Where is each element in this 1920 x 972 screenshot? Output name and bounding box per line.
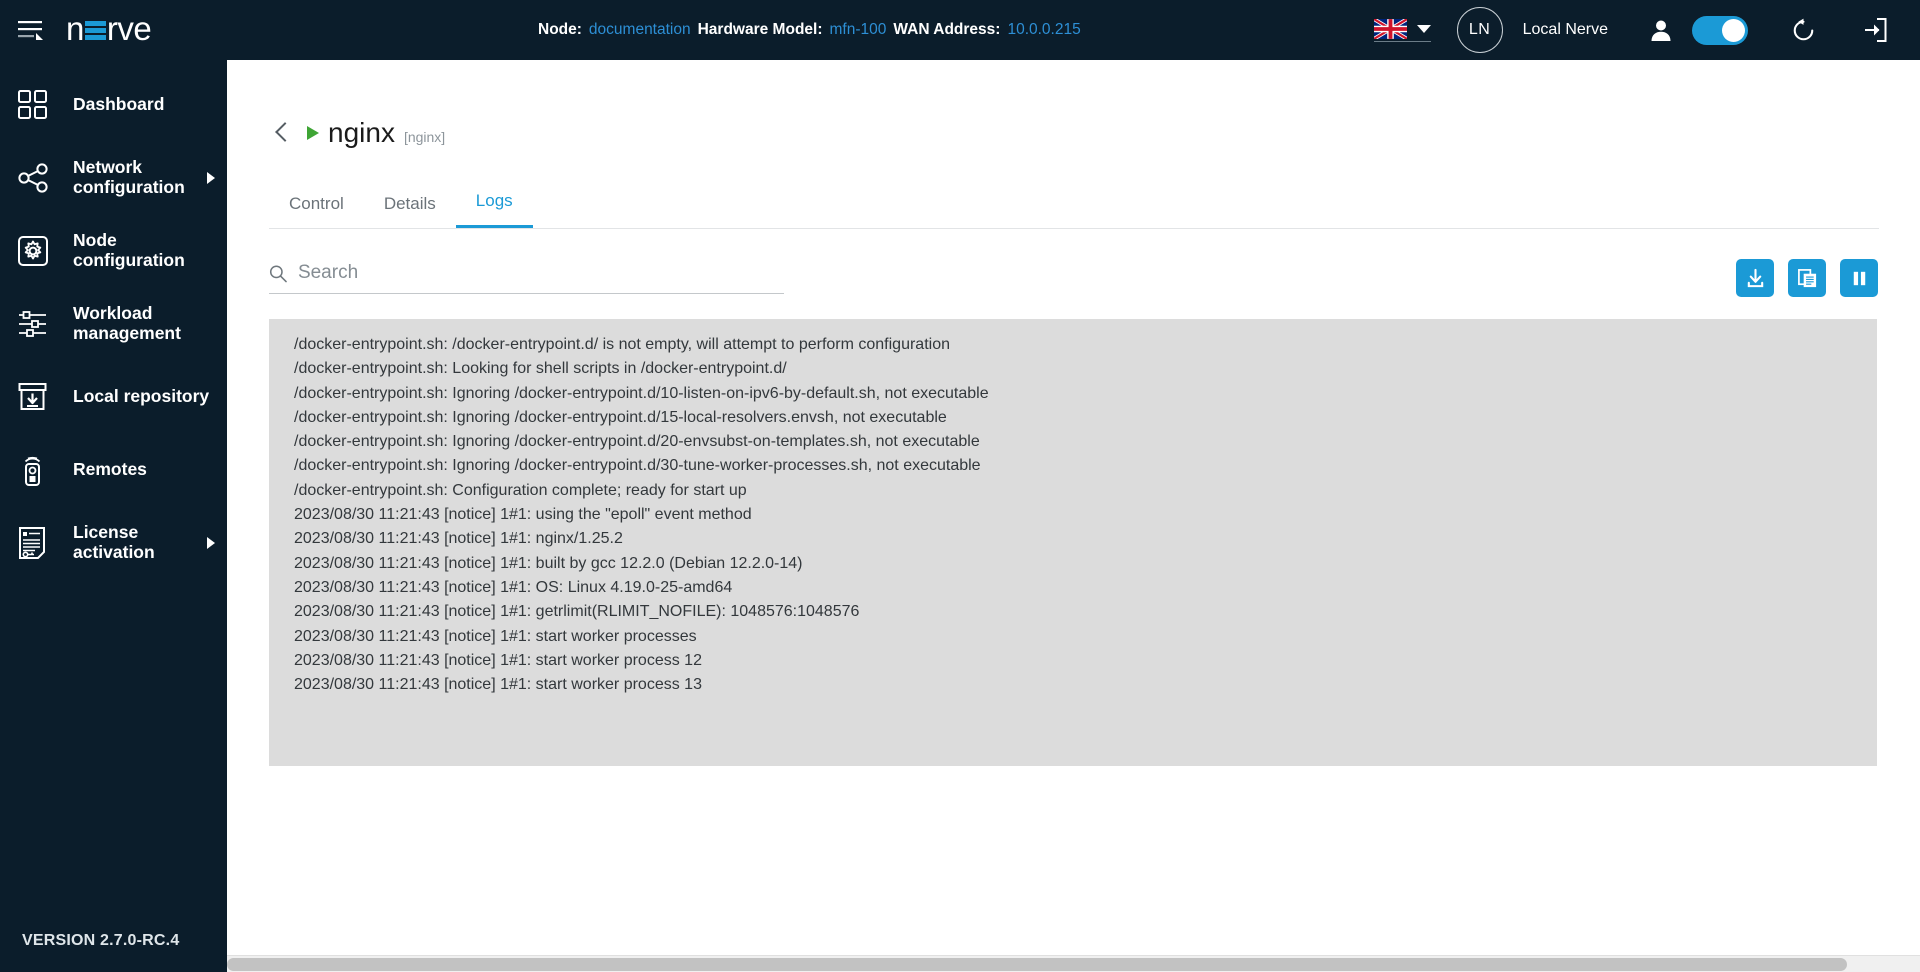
pause-icon bbox=[1853, 271, 1865, 285]
sidebar-item-label: Remotes bbox=[73, 459, 147, 480]
download-icon bbox=[1747, 268, 1763, 287]
organization-name: Local Nerve bbox=[1522, 21, 1608, 38]
wan-address-value[interactable]: 10.0.0.215 bbox=[1007, 21, 1080, 39]
page-subtitle: [nginx] bbox=[403, 129, 446, 145]
page-title: nginx bbox=[328, 117, 395, 148]
gear-square-icon bbox=[18, 231, 64, 271]
sidebar-item-label: License activation bbox=[73, 522, 155, 562]
sidebar-item-local-repository[interactable]: Local repository bbox=[0, 372, 227, 422]
horizontal-scrollbar-thumb[interactable] bbox=[227, 958, 1847, 971]
hamburger-menu-button[interactable] bbox=[0, 0, 62, 60]
log-line: /docker-entrypoint.sh: Ignoring /docker-… bbox=[294, 408, 947, 426]
sidebar-item-label: Network configuration bbox=[73, 157, 185, 197]
sidebar-nav-list: Dashboard Network configuration Node confi… bbox=[0, 80, 227, 568]
wan-address-label: WAN Address: bbox=[893, 21, 1001, 38]
top-bar: n rve Node: documentation Hardware Model:… bbox=[0, 0, 1920, 60]
hardware-model-label: Hardware Model: bbox=[697, 21, 823, 38]
copy-button[interactable] bbox=[1788, 259, 1826, 297]
search-icon bbox=[269, 264, 287, 282]
tab-control[interactable]: Control bbox=[269, 194, 364, 228]
log-line: /docker-entrypoint.sh: Ignoring /docker-… bbox=[294, 457, 981, 475]
top-bar-right-controls: LN Local Nerve bbox=[1373, 0, 1920, 60]
page-header: nginx [nginx] bbox=[227, 60, 1920, 149]
hardware-model-value[interactable]: mfn-100 bbox=[830, 21, 887, 39]
log-line: 2023/08/30 11:21:43 [notice] 1#1: nginx/… bbox=[294, 530, 623, 548]
sidebar-item-dashboard[interactable]: Dashboard bbox=[0, 80, 227, 130]
logout-icon bbox=[1865, 18, 1887, 42]
log-line: /docker-entrypoint.sh: Ignoring /docker-… bbox=[294, 433, 980, 451]
running-play-icon bbox=[307, 126, 319, 140]
sidebar-item-label: Dashboard bbox=[73, 94, 165, 115]
chevron-right-icon bbox=[207, 537, 215, 549]
brand-name: n rve bbox=[66, 9, 152, 47]
log-line: 2023/08/30 11:21:43 [notice] 1#1: start … bbox=[294, 676, 702, 694]
sidebar-item-label: Node configuration bbox=[73, 230, 185, 270]
user-account-button[interactable] bbox=[1638, 0, 1684, 60]
back-chevron-icon[interactable] bbox=[269, 120, 295, 146]
pause-button[interactable] bbox=[1840, 259, 1878, 297]
log-output-panel[interactable]: /docker-entrypoint.sh: /docker-entrypoin… bbox=[269, 319, 1877, 766]
tab-logs[interactable]: Logs bbox=[455, 191, 533, 228]
log-line: 2023/08/30 11:21:43 [notice] 1#1: using … bbox=[294, 506, 752, 524]
dashboard-grid-icon bbox=[18, 85, 64, 125]
refresh-icon bbox=[1793, 18, 1813, 40]
logout-button[interactable] bbox=[1852, 0, 1898, 60]
sidebar-item-workload-management[interactable]: Workload management bbox=[0, 299, 227, 349]
log-line: 2023/08/30 11:21:43 [notice] 1#1: start … bbox=[294, 651, 702, 669]
log-line: /docker-entrypoint.sh: Configuration com… bbox=[294, 481, 747, 499]
tab-details[interactable]: Details bbox=[364, 194, 456, 228]
language-selector[interactable] bbox=[1373, 18, 1431, 42]
log-line: /docker-entrypoint.sh: Ignoring /docker-… bbox=[294, 384, 989, 402]
main-content: nginx [nginx] Control Details Logs Searc… bbox=[227, 60, 1920, 972]
download-button[interactable] bbox=[1736, 259, 1774, 297]
chevron-right-icon bbox=[207, 172, 215, 184]
sidebar-item-label: Workload management bbox=[73, 303, 181, 343]
archive-download-icon bbox=[18, 377, 64, 417]
avatar[interactable]: LN bbox=[1456, 7, 1503, 53]
license-document-icon bbox=[18, 523, 64, 563]
sliders-icon bbox=[18, 304, 64, 344]
node-info-bar: Node: documentation Hardware Model: mfn-… bbox=[538, 0, 1081, 60]
chevron-down-icon bbox=[1416, 24, 1431, 33]
sidebar-item-label: Local repository bbox=[73, 386, 210, 407]
remote-control-icon bbox=[18, 450, 64, 490]
node-value[interactable]: documentation bbox=[589, 21, 691, 39]
node-label: Node: bbox=[538, 21, 582, 38]
log-line: 2023/08/30 11:21:43 [notice] 1#1: built … bbox=[294, 554, 803, 572]
sidebar-item-license-activation[interactable]: License activation bbox=[0, 518, 227, 568]
sidebar-item-node-configuration[interactable]: Node configuration bbox=[0, 226, 227, 276]
log-line: 2023/08/30 11:21:43 [notice] 1#1: OS: Li… bbox=[294, 578, 733, 596]
user-icon bbox=[1651, 20, 1671, 41]
logs-toolbar bbox=[269, 259, 1878, 297]
refresh-button[interactable] bbox=[1780, 0, 1826, 60]
network-share-icon bbox=[18, 158, 64, 198]
logs-action-buttons bbox=[1736, 259, 1878, 297]
hamburger-menu-icon bbox=[18, 21, 43, 40]
sidebar-item-remotes[interactable]: Remotes bbox=[0, 445, 227, 495]
log-line: /docker-entrypoint.sh: Looking for shell… bbox=[294, 360, 787, 378]
brand-e-icon bbox=[84, 20, 106, 42]
log-line: 2023/08/30 11:21:43 [notice] 1#1: getrli… bbox=[294, 603, 860, 621]
tab-bar: Control Details Logs bbox=[269, 183, 1879, 229]
uk-flag-icon bbox=[1373, 18, 1407, 39]
horizontal-scrollbar[interactable] bbox=[227, 955, 1920, 972]
log-line: 2023/08/30 11:21:43 [notice] 1#1: start … bbox=[294, 627, 697, 645]
sidebar-item-network-configuration[interactable]: Network configuration bbox=[0, 153, 227, 203]
brand-logo[interactable]: n rve bbox=[66, 0, 152, 60]
log-line: /docker-entrypoint.sh: /docker-entrypoin… bbox=[294, 336, 950, 353]
mode-toggle[interactable] bbox=[1692, 15, 1748, 45]
avatar-initials: LN bbox=[1468, 21, 1491, 38]
copy-icon bbox=[1797, 268, 1816, 287]
search-input[interactable] bbox=[297, 262, 784, 284]
version-label: VERSION 2.7.0-RC.4 bbox=[22, 932, 180, 949]
search-field[interactable] bbox=[269, 262, 784, 294]
sidebar: Dashboard Network configuration Node confi… bbox=[0, 60, 227, 972]
